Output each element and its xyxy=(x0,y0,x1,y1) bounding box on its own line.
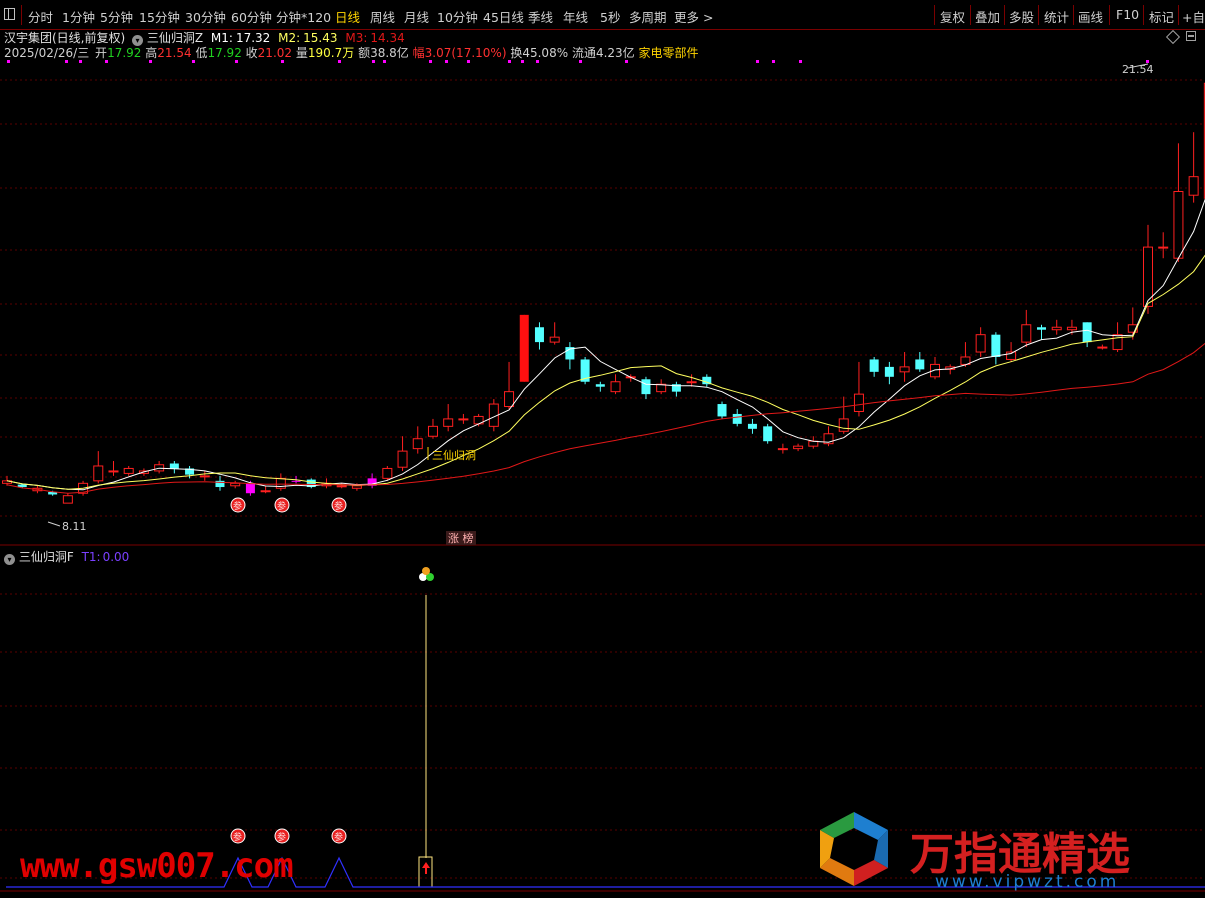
candle-body xyxy=(793,445,804,450)
signal-dot xyxy=(372,60,375,63)
watermark-left: www.gsw007.com xyxy=(20,846,294,886)
candle-body xyxy=(549,336,560,343)
signal-dot xyxy=(756,60,759,63)
candle-body xyxy=(1051,326,1062,331)
candle-body xyxy=(717,404,727,417)
candle-body xyxy=(291,480,301,482)
candle-body xyxy=(1037,327,1047,330)
signal-dot xyxy=(7,60,10,63)
signal-dot xyxy=(521,60,524,63)
signal-marker-glyph: 参 xyxy=(233,500,242,512)
signal-dot xyxy=(536,60,539,63)
signal-dot xyxy=(235,60,238,63)
candle-body xyxy=(1188,176,1199,196)
candle-body xyxy=(123,467,134,474)
candle-body xyxy=(1097,346,1108,349)
candle-body xyxy=(884,366,894,377)
candle-body xyxy=(808,440,819,447)
candle-body xyxy=(975,334,986,353)
signal-dot xyxy=(799,60,802,63)
signal-dot xyxy=(383,60,386,63)
candle-body xyxy=(62,495,73,504)
candle-body xyxy=(777,448,788,451)
signal-dot xyxy=(579,60,582,63)
candle-body xyxy=(838,418,849,432)
candle-body xyxy=(230,482,241,487)
signal-dot xyxy=(105,60,108,63)
signal-dot xyxy=(467,60,470,63)
candle-body xyxy=(351,485,362,489)
candle-body xyxy=(504,391,515,408)
signal-dot xyxy=(625,60,628,63)
candle-body xyxy=(199,475,210,478)
signal-dot xyxy=(281,60,284,63)
candle-body xyxy=(763,426,773,442)
signal-marker-glyph: 参 xyxy=(334,500,343,512)
signal-dot xyxy=(149,60,152,63)
candlestick-chart[interactable]: 21.54 8.11 三仙归洞涨 榜 参 参 参 xyxy=(0,0,1205,546)
signal-dot xyxy=(1146,60,1149,63)
candle-body xyxy=(382,467,393,479)
candle-body xyxy=(245,483,255,494)
candle-body xyxy=(260,490,271,493)
signal-dot xyxy=(338,60,341,63)
signal-dot xyxy=(445,60,448,63)
watermark-url: www.vipwzt.com xyxy=(935,872,1120,892)
tricolor-icon xyxy=(422,567,430,575)
candle-body xyxy=(1066,326,1077,331)
signal-dot xyxy=(192,60,195,63)
candle-body xyxy=(169,463,179,469)
candle-body xyxy=(899,366,910,373)
candle-body xyxy=(1112,334,1123,351)
signal-marker-glyph: 参 xyxy=(233,831,242,843)
signal-marker-glyph: 参 xyxy=(277,500,286,512)
candle-body xyxy=(534,327,544,343)
max-price-label: 21.54 xyxy=(1122,63,1154,76)
candle-body xyxy=(397,450,408,468)
candle-body xyxy=(1173,191,1184,259)
candle-body xyxy=(991,334,1001,357)
candle-body xyxy=(747,423,757,429)
candle-body xyxy=(215,480,225,488)
signal-marker-glyph: 参 xyxy=(277,831,286,843)
signal-dot xyxy=(79,60,82,63)
signal-dot xyxy=(508,60,511,63)
min-price-label: 8.11 xyxy=(62,520,87,533)
candle-body xyxy=(915,359,925,370)
candle-body xyxy=(1082,322,1092,343)
candle-body xyxy=(93,465,104,482)
brand-logo-icon xyxy=(808,808,900,890)
candle-body xyxy=(108,470,119,473)
candle-body xyxy=(641,379,651,395)
candle-body xyxy=(412,438,423,450)
candle-body xyxy=(610,381,621,393)
candle-body xyxy=(595,384,605,387)
up-arrow-icon xyxy=(422,862,430,874)
candle-body xyxy=(686,381,697,384)
candle-body xyxy=(869,359,879,372)
min-price-arrow xyxy=(47,521,61,527)
candle-body xyxy=(853,393,864,412)
moving-average-line xyxy=(6,254,1205,490)
candle-body xyxy=(336,485,347,488)
signal-dot xyxy=(772,60,775,63)
candle-body xyxy=(443,418,454,427)
signal-marker-glyph: 参 xyxy=(334,831,343,843)
signal-dot xyxy=(65,60,68,63)
candle-body xyxy=(519,314,529,382)
signal-dot xyxy=(429,60,432,63)
candle-body xyxy=(17,484,27,488)
candle-body xyxy=(732,413,742,424)
candle-body xyxy=(1021,324,1032,343)
candle-body xyxy=(458,418,469,421)
candle-body xyxy=(1158,246,1169,249)
pattern-label: 三仙归洞 xyxy=(432,448,476,462)
candle-body xyxy=(427,425,438,437)
limit-board-label: 涨 榜 xyxy=(448,531,474,545)
